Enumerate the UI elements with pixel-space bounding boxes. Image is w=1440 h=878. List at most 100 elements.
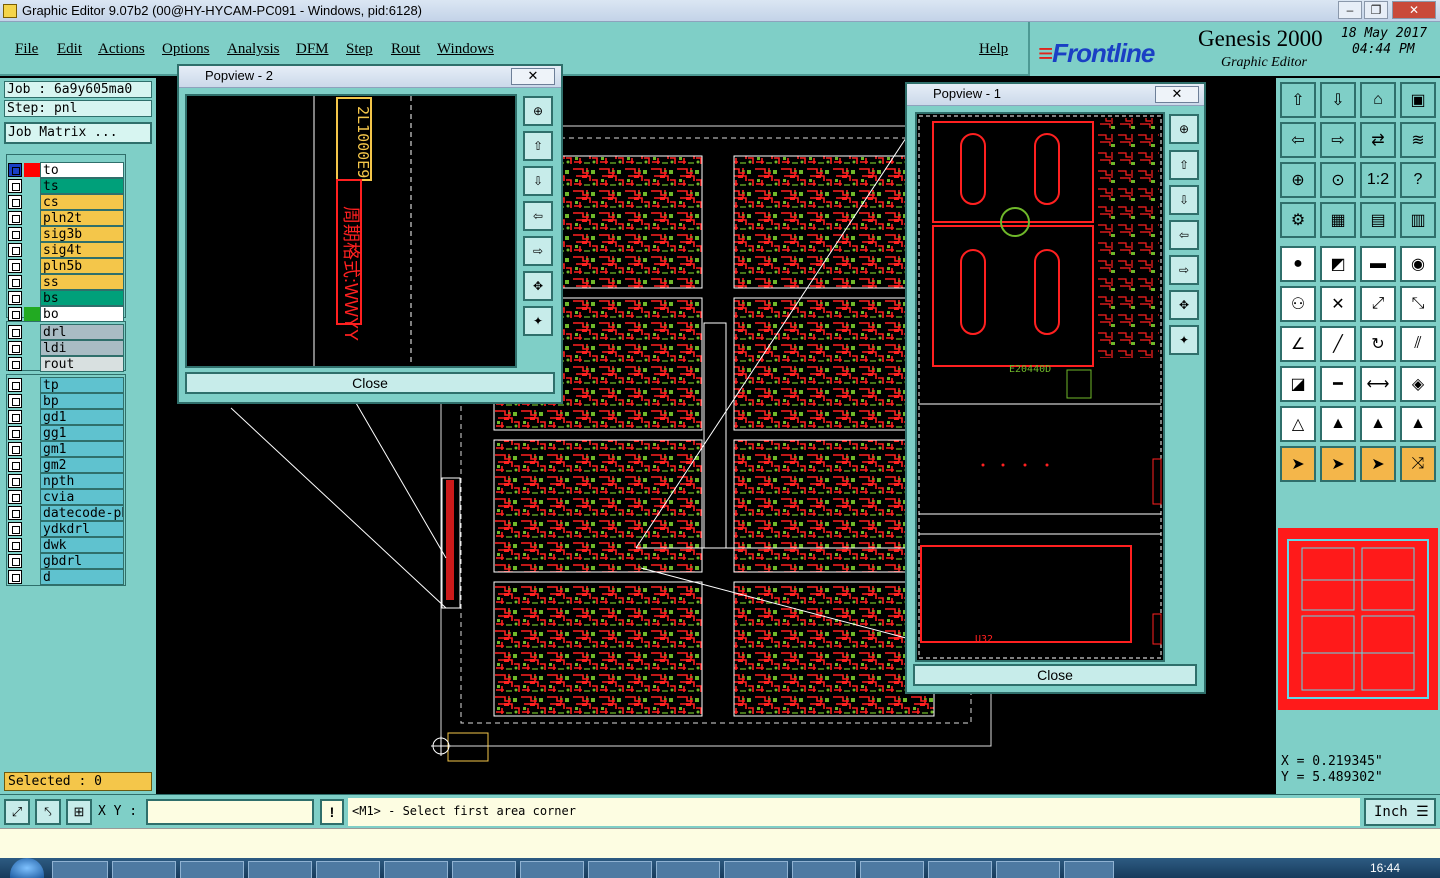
popview-2-view[interactable]: 2L1000E9 周期格式:WWYY xyxy=(185,94,517,368)
layer-row-ss[interactable]: ss xyxy=(8,274,124,290)
popview-1-zoom-out-icon[interactable]: ✦ xyxy=(1169,325,1199,355)
popview-2-pan-left-icon[interactable]: ⇦ xyxy=(523,201,553,231)
measure-icon[interactable]: ⤣ xyxy=(35,799,61,825)
taskbar-app-15[interactable] xyxy=(996,861,1060,878)
select-poly-icon[interactable]: ➤ xyxy=(1360,446,1396,482)
taskbar-app-5[interactable] xyxy=(316,861,380,878)
layer-checkbox[interactable] xyxy=(8,554,22,568)
bar-icon[interactable]: ━ xyxy=(1320,366,1356,402)
grid-icon[interactable]: ⊞ xyxy=(66,799,92,825)
taskbar-app-2[interactable] xyxy=(112,861,176,878)
layer-checkbox[interactable] xyxy=(8,291,22,305)
layer-row-ts[interactable]: ts xyxy=(8,178,124,194)
taskbar-app-4[interactable] xyxy=(248,861,312,878)
layer-row-pln2t[interactable]: pln2t xyxy=(8,210,124,226)
drc-c-icon[interactable]: ▲ xyxy=(1360,406,1396,442)
grid-icon[interactable]: ▦ xyxy=(1320,202,1356,238)
taskbar-app-1[interactable] xyxy=(52,861,108,878)
layer-checkbox[interactable] xyxy=(8,243,22,257)
popview-2-close-icon[interactable]: ✕ xyxy=(511,68,555,85)
layer-row-rout[interactable]: rout xyxy=(8,356,124,372)
layer-row-gm2[interactable]: gm2 xyxy=(8,457,124,473)
copy-icon[interactable]: ⤡ xyxy=(1400,286,1436,322)
layer-checkbox[interactable] xyxy=(8,378,22,392)
layer-checkbox[interactable] xyxy=(8,307,22,321)
layer-checkbox[interactable] xyxy=(8,426,22,440)
pad-icon[interactable]: ● xyxy=(1280,246,1316,282)
move-icon[interactable]: ⤢ xyxy=(1360,286,1396,322)
layer-row-d[interactable]: d xyxy=(8,569,124,585)
taskbar-app-3[interactable] xyxy=(180,861,244,878)
open-job-icon[interactable]: ⇧ xyxy=(1280,82,1316,118)
delete-icon[interactable]: ✕ xyxy=(1320,286,1356,322)
layer-row-gd1[interactable]: gd1 xyxy=(8,409,124,425)
taskbar-app-9[interactable] xyxy=(588,861,652,878)
pointer-icon[interactable]: ➤ xyxy=(1280,446,1316,482)
menu-dfm[interactable]: DFM xyxy=(296,41,329,58)
popview-1-pan-up-icon[interactable]: ⇧ xyxy=(1169,150,1199,180)
layer-row-bo[interactable]: bo xyxy=(8,306,124,322)
xy-input[interactable] xyxy=(146,799,314,825)
start-button-icon[interactable] xyxy=(10,858,44,878)
popview-1-zoom-in-icon[interactable]: ⊕ xyxy=(1169,114,1199,144)
menu-windows[interactable]: Windows xyxy=(437,41,494,58)
save-job-icon[interactable]: ⇩ xyxy=(1320,82,1356,118)
layer-checkbox[interactable] xyxy=(8,325,22,339)
prev-icon[interactable]: ⇦ xyxy=(1280,122,1316,158)
menu-analysis[interactable]: Analysis xyxy=(227,41,280,58)
layer-checkbox[interactable] xyxy=(8,410,22,424)
layer-row-dwk[interactable]: dwk xyxy=(8,537,124,553)
layer-row-sig4t[interactable]: sig4t xyxy=(8,242,124,258)
target-icon[interactable]: ◈ xyxy=(1400,366,1436,402)
popview-1-fit-icon[interactable]: ✥ xyxy=(1169,290,1199,320)
popview-1-pan-left-icon[interactable]: ⇦ xyxy=(1169,220,1199,250)
taskbar-app-14[interactable] xyxy=(928,861,992,878)
line-icon[interactable]: ╱ xyxy=(1320,326,1356,362)
drc-a-icon[interactable]: △ xyxy=(1280,406,1316,442)
layer-row-to[interactable]: to xyxy=(8,162,124,178)
menu-actions[interactable]: Actions xyxy=(98,41,145,58)
scale-icon[interactable]: 1:2 xyxy=(1360,162,1396,198)
layer-checkbox[interactable] xyxy=(8,506,22,520)
menu-step[interactable]: Step xyxy=(346,41,373,58)
popview-2-pan-right-icon[interactable]: ⇨ xyxy=(523,236,553,266)
taskbar-app-6[interactable] xyxy=(384,861,448,878)
layer-row-cs[interactable]: cs xyxy=(8,194,124,210)
taskbar-app-10[interactable] xyxy=(656,861,720,878)
popview-2-fit-icon[interactable]: ✥ xyxy=(523,271,553,301)
layer-checkbox[interactable] xyxy=(8,538,22,552)
ruler-icon[interactable]: ▬ xyxy=(1360,246,1396,282)
layer-checkbox[interactable] xyxy=(8,227,22,241)
taskbar-app-7[interactable] xyxy=(452,861,516,878)
popview-2-zoom-out-icon[interactable]: ✦ xyxy=(523,306,553,336)
swap-icon[interactable]: ⇄ xyxy=(1360,122,1396,158)
layer-row-bs[interactable]: bs xyxy=(8,290,124,306)
layer-row-sig3b[interactable]: sig3b xyxy=(8,226,124,242)
zoom-area-icon[interactable]: ⤢ xyxy=(4,799,30,825)
taskbar-app-11[interactable] xyxy=(724,861,788,878)
menu-edit[interactable]: Edit xyxy=(57,41,82,58)
layer-checkbox[interactable] xyxy=(8,179,22,193)
layer-checkbox[interactable] xyxy=(8,341,22,355)
popview-1-view[interactable]: E20440D U32 xyxy=(915,112,1165,662)
layer-row-tp[interactable]: tp xyxy=(8,377,124,393)
layer-checkbox[interactable] xyxy=(8,357,22,371)
alert-icon[interactable]: ! xyxy=(320,799,344,825)
layer-checkbox[interactable] xyxy=(8,474,22,488)
taskbar-app-12[interactable] xyxy=(792,861,856,878)
popview-2-zoom-in-icon[interactable]: ⊕ xyxy=(523,96,553,126)
menu-help[interactable]: Help xyxy=(979,41,1008,58)
select-box-icon[interactable]: ➤ xyxy=(1320,446,1356,482)
popview-1-close-button[interactable]: Close xyxy=(913,664,1197,686)
stretch-icon[interactable]: ⟷ xyxy=(1360,366,1396,402)
layer-row-bp[interactable]: bp xyxy=(8,393,124,409)
layer-checkbox[interactable] xyxy=(8,442,22,456)
layer-checkbox[interactable] xyxy=(8,394,22,408)
units-select[interactable]: Inch ☰ xyxy=(1364,798,1436,826)
layer-row-gg1[interactable]: gg1 xyxy=(8,425,124,441)
layer-row-gm1[interactable]: gm1 xyxy=(8,441,124,457)
layer-checkbox[interactable] xyxy=(8,211,22,225)
popview-2-pan-up-icon[interactable]: ⇧ xyxy=(523,131,553,161)
layer-checkbox[interactable] xyxy=(8,195,22,209)
popview-1-close-icon[interactable]: ✕ xyxy=(1155,86,1199,103)
